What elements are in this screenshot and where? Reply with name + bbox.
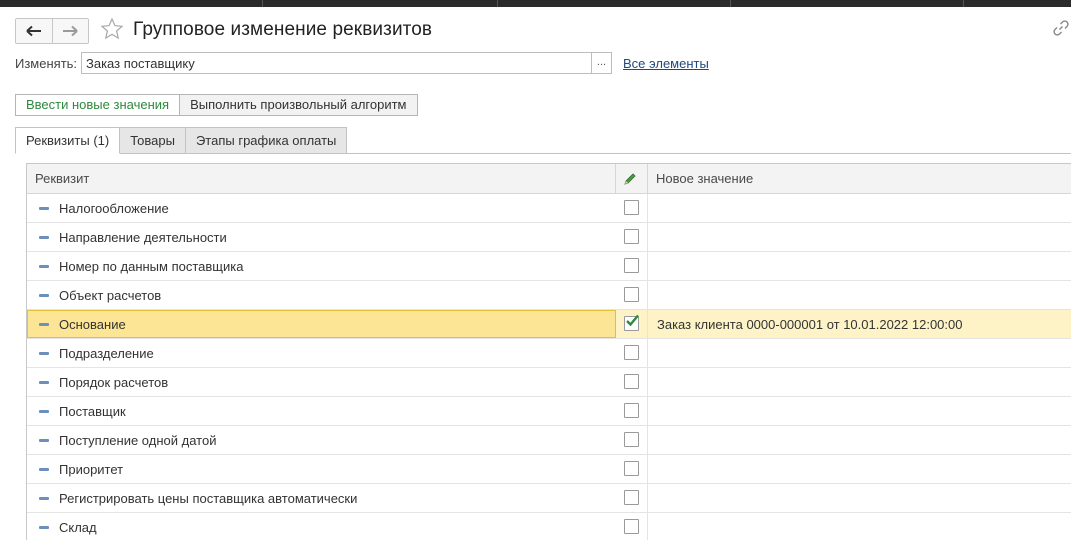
attribute-icon: [39, 294, 49, 297]
column-divider: [647, 368, 648, 397]
star-icon[interactable]: [100, 16, 124, 42]
table-row[interactable]: Поступление одной датой: [27, 426, 1071, 455]
column-header-attribute[interactable]: Реквизит: [35, 164, 89, 194]
column-divider: [647, 194, 648, 223]
column-divider: [647, 339, 648, 368]
table-row[interactable]: Регистрировать цены поставщика автоматич…: [27, 484, 1071, 513]
table-row[interactable]: Порядок расчетов: [27, 368, 1071, 397]
table-row[interactable]: Приоритет: [27, 455, 1071, 484]
row-attribute-label: Склад: [59, 520, 97, 535]
column-divider: [647, 513, 648, 540]
row-attribute-label: Налогообложение: [59, 201, 169, 216]
column-divider: [647, 252, 648, 281]
all-elements-link[interactable]: Все элементы: [623, 56, 709, 71]
top-panel-divider: [262, 0, 263, 7]
row-checkbox[interactable]: [624, 287, 639, 302]
row-attribute-label: Подразделение: [59, 346, 154, 361]
row-checkbox[interactable]: [624, 200, 639, 215]
column-divider: [647, 164, 648, 194]
row-checkbox[interactable]: [624, 314, 639, 331]
table-row[interactable]: Номер по данным поставщика: [27, 252, 1071, 281]
arrow-right-icon: [63, 25, 78, 37]
tab-divider: [15, 153, 1071, 154]
navigation-buttons: [15, 18, 89, 44]
attribute-icon: [39, 323, 49, 326]
column-divider: [647, 455, 648, 484]
row-checkbox[interactable]: [624, 490, 639, 505]
row-checkbox[interactable]: [624, 432, 639, 447]
column-divider: [615, 164, 616, 194]
table-row[interactable]: Склад: [27, 513, 1071, 540]
checkmark-icon: [626, 314, 639, 327]
row-attribute-label: Поступление одной датой: [59, 433, 217, 448]
table-row[interactable]: Поставщик: [27, 397, 1071, 426]
column-divider: [647, 397, 648, 426]
attribute-icon: [39, 468, 49, 471]
table-row[interactable]: Налогообложение: [27, 194, 1071, 223]
attribute-icon: [39, 207, 49, 210]
row-new-value[interactable]: Заказ клиента 0000-000001 от 10.01.2022 …: [657, 310, 962, 339]
attribute-icon: [39, 439, 49, 442]
row-attribute-label: Основание: [59, 317, 126, 332]
table-row[interactable]: Направление деятельности: [27, 223, 1071, 252]
tab-goods[interactable]: Товары: [119, 127, 186, 154]
attribute-icon: [39, 352, 49, 355]
column-divider: [647, 426, 648, 455]
column-header-new-value[interactable]: Новое значение: [656, 164, 753, 194]
tab-attributes[interactable]: Реквизиты (1): [15, 127, 121, 154]
tab-bar: Реквизиты (1) Товары Этапы графика оплат…: [15, 127, 348, 154]
grid-header: Реквизит Новое значение: [27, 164, 1071, 194]
top-panel-divider: [497, 0, 498, 7]
enter-new-values-button[interactable]: Ввести новые значения: [15, 94, 181, 116]
attribute-icon: [39, 526, 49, 529]
tab-payment-stages[interactable]: Этапы графика оплаты: [184, 127, 348, 154]
top-panel-divider: [963, 0, 964, 7]
row-checkbox[interactable]: [624, 374, 639, 389]
attribute-icon: [39, 265, 49, 268]
row-attribute-label: Регистрировать цены поставщика автоматич…: [59, 491, 358, 506]
attribute-icon: [39, 410, 49, 413]
row-attribute-label: Направление деятельности: [59, 230, 227, 245]
back-button[interactable]: [16, 19, 52, 43]
document-type-input[interactable]: [81, 52, 591, 74]
row-checkbox[interactable]: [624, 258, 639, 273]
row-attribute-label: Номер по данным поставщика: [59, 259, 244, 274]
row-checkbox[interactable]: [624, 229, 639, 244]
link-icon[interactable]: [1052, 19, 1070, 37]
column-divider: [647, 281, 648, 310]
arrow-left-icon: [26, 25, 41, 37]
row-checkbox[interactable]: [624, 461, 639, 476]
attributes-grid: Реквизит Новое значение Налогообложение Н…: [26, 163, 1071, 540]
table-row[interactable]: Объект расчетов: [27, 281, 1071, 310]
column-divider: [647, 223, 648, 252]
page-title: Групповое изменение реквизитов: [133, 19, 433, 40]
change-label: Изменять:: [15, 56, 78, 71]
table-row[interactable]: Подразделение: [27, 339, 1071, 368]
top-panel-divider: [730, 0, 731, 7]
top-panel-strip: [0, 0, 1071, 7]
column-divider: [647, 310, 648, 339]
attribute-icon: [39, 381, 49, 384]
attribute-icon: [39, 236, 49, 239]
attribute-icon: [39, 497, 49, 500]
row-checkbox[interactable]: [624, 519, 639, 534]
select-button[interactable]: ...: [591, 52, 612, 74]
row-attribute-label: Порядок расчетов: [59, 375, 169, 390]
row-checkbox[interactable]: [624, 345, 639, 360]
mode-buttons: Ввести новые значения Выполнить произвол…: [15, 94, 418, 116]
run-algorithm-button[interactable]: Выполнить произвольный алгоритм: [180, 94, 418, 116]
forward-button[interactable]: [51, 19, 89, 43]
column-divider: [647, 484, 648, 513]
row-attribute-label: Объект расчетов: [59, 288, 162, 303]
row-checkbox[interactable]: [624, 403, 639, 418]
pencil-icon: [624, 173, 636, 185]
row-attribute-label: Приоритет: [59, 462, 124, 477]
table-row[interactable]: Основание Заказ клиента 0000-000001 от 10…: [27, 310, 1071, 339]
row-attribute-label: Поставщик: [59, 404, 126, 419]
